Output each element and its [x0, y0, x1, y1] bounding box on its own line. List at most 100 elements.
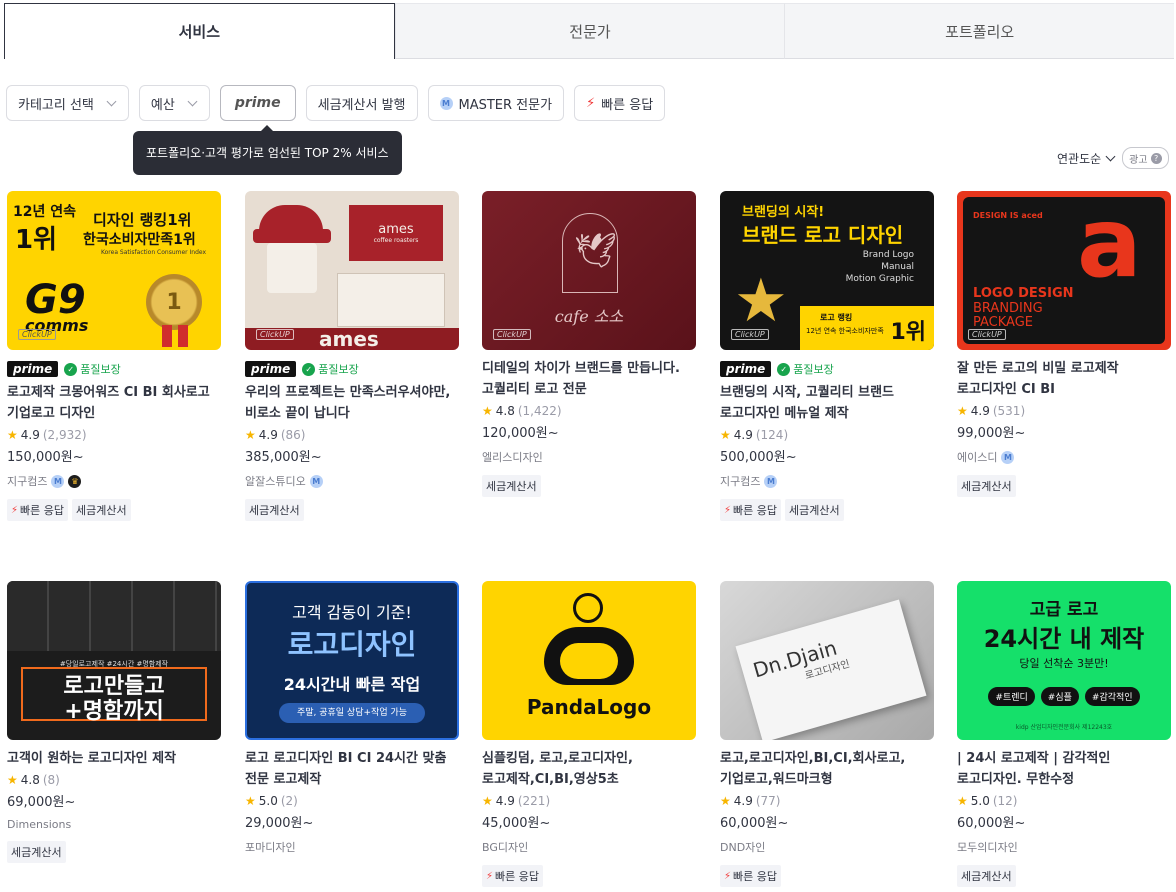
card-title[interactable]: 잘 만든 로고의 비밀 로고제작 로고디자인 CI BI: [957, 358, 1171, 400]
thumb-text: DESIGN IS aced: [973, 211, 1043, 220]
star-icon: ★: [245, 428, 256, 442]
card-rating: ★ 4.9 (86): [245, 428, 459, 442]
thumb-text: PandaLogo: [526, 695, 652, 719]
logo-collage: [7, 581, 221, 651]
card-price: 500,000원~: [720, 450, 797, 465]
category-filter-button[interactable]: 카테고리 선택: [6, 85, 129, 121]
thumb-text: Motion Graphic: [845, 274, 914, 284]
master-badge-icon: M: [439, 96, 453, 110]
sort-dropdown[interactable]: 연관도순: [1057, 150, 1116, 167]
service-card[interactable]: Dn.Djain 로고디자인 로고,로고디자인,BI,CI,회사로고,기업로고,…: [720, 581, 934, 887]
card-seller[interactable]: 알잘스튜디오 M: [245, 473, 459, 489]
thumb-text: kidp 산업디자인전문회사 제12243호: [1015, 724, 1113, 731]
fast-response-chip: ⚡ 빠른 응답: [7, 499, 69, 521]
clickup-mark: ClickUP: [968, 329, 1006, 340]
card-title[interactable]: 심플킹덤, 로고,로고디자인,로고제작,CI,BI,영상5초: [482, 748, 696, 790]
card-rating: ★ 4.9 (531): [957, 404, 1171, 418]
quality-badge: ✓ 품질보장: [302, 361, 359, 377]
card-title[interactable]: 우리의 프로젝트는 만족스러우셔야만, 비로소 끝이 납니다: [245, 382, 459, 424]
lightning-icon: ⚡: [586, 95, 596, 111]
tax-invoice-chip: 세금계산서: [957, 865, 1016, 887]
card-price: 385,000원~: [245, 450, 322, 465]
card-badges: prime ✓ 품질보장: [720, 359, 934, 379]
card-thumbnail: ames coffee roasters ames ClickUP: [245, 191, 459, 350]
thumb-tag: #트렌디: [988, 687, 1035, 706]
ad-info-button[interactable]: 광고?: [1122, 147, 1169, 169]
tab-portfolio[interactable]: 포트폴리오: [784, 3, 1175, 59]
card-rating: ★ 4.9 (124): [720, 428, 934, 442]
rank-panel: 로고 랭킹 12년 연속 한국소비자만족 1위: [800, 306, 934, 350]
card-title[interactable]: 고객이 원하는 로고디자인 제작: [7, 748, 221, 769]
thumb-text: 고급 로고: [1029, 600, 1099, 620]
service-card[interactable]: 🕊 cafe 소소 ClickUP 디테일의 차이가 브랜드를 만듭니다. 고퀄…: [482, 191, 696, 497]
card-thumbnail: 브랜딩의 시작! 브랜드 로고 디자인 Brand Logo Manual Mo…: [720, 191, 934, 350]
card-title[interactable]: 로고 로고디자인 BI CI 24시간 맞춤 전문 로고제작: [245, 748, 459, 790]
seller-name: 알잘스튜디오: [245, 475, 306, 488]
service-card[interactable]: 12년 연속 1위 디자인 랭킹1위 한국소비자만족1위 Korea Satis…: [7, 191, 221, 521]
card-seller[interactable]: DND자인: [720, 839, 934, 855]
card-title[interactable]: 디테일의 차이가 브랜드를 만듭니다. 고퀄리티 로고 전문: [482, 358, 696, 400]
star-icon: ★: [957, 794, 968, 808]
tax-invoice-filter-button[interactable]: 세금계산서 발행: [305, 85, 418, 121]
service-card[interactable]: DESIGN IS aced a LOGO DESIGN BRANDING PA…: [957, 191, 1171, 497]
card-title[interactable]: 브랜딩의 시작, 고퀄리티 브랜드 로고디자인 메뉴얼 제작: [720, 382, 934, 424]
service-card[interactable]: ames coffee roasters ames ClickUP prime …: [245, 191, 459, 521]
filter-label: 빠른 응답: [601, 97, 654, 113]
service-card[interactable]: 고급 로고 24시간 내 제작 당일 선착순 3분만! #트렌디 #심플 #감각…: [957, 581, 1171, 887]
card-title[interactable]: 로고,로고디자인,BI,CI,회사로고,기업로고,워드마크형: [720, 748, 934, 790]
thumb-text: 12년 연속: [13, 204, 76, 220]
ribbon-icon: [162, 325, 172, 347]
card-seller[interactable]: 에이스디 M: [957, 449, 1171, 465]
quality-label: 품질보장: [793, 363, 834, 376]
service-card[interactable]: 고객 감동이 기준! 로고디자인 24시간내 빠른 작업 주말, 공휴일 상담+…: [245, 581, 459, 855]
prime-filter-button[interactable]: prime: [219, 85, 296, 121]
tab-services[interactable]: 서비스: [4, 3, 395, 59]
brand-sub: coffee roasters: [373, 237, 419, 244]
review-count: (124): [755, 428, 789, 442]
star-icon: ★: [720, 428, 731, 442]
card-seller[interactable]: 지구컴즈 M: [720, 473, 934, 489]
card-seller[interactable]: Dimensions: [7, 818, 221, 831]
quality-label: 품질보장: [318, 363, 359, 376]
hat-shape: [259, 205, 323, 231]
card-chips: ⚡ 빠른 응답: [720, 865, 934, 887]
service-card[interactable]: PandaLogo 심플킹덤, 로고,로고디자인,로고제작,CI,BI,영상5초…: [482, 581, 696, 887]
thumb-text: BRANDING: [973, 301, 1043, 316]
rating-value: 4.8: [495, 404, 515, 418]
budget-filter-button[interactable]: 예산: [138, 85, 210, 121]
card-badges: prime ✓ 품질보장: [245, 359, 459, 379]
card-seller[interactable]: BG디자인: [482, 839, 696, 855]
fast-response-chip: ⚡ 빠른 응답: [720, 865, 782, 887]
prime-badge: prime: [720, 361, 772, 377]
fast-response-filter-button[interactable]: ⚡ 빠른 응답: [574, 85, 666, 121]
logo-letter: a: [1077, 191, 1142, 299]
fast-response-chip: ⚡ 빠른 응답: [482, 865, 544, 887]
card-seller[interactable]: 지구컴즈 M ♛: [7, 473, 221, 489]
seller-name: 엘리스디자인: [482, 451, 543, 464]
card-chips: ⚡ 빠른 응답 세금계산서: [7, 499, 221, 521]
card-seller[interactable]: 포마디자인: [245, 839, 459, 855]
check-shield-icon: ✓: [302, 362, 316, 376]
service-card[interactable]: #당일로고제작 #24시간 #명함제작 로고만들고 +명함까지 고객이 원하는 …: [7, 581, 221, 863]
card-rating: ★ 4.8 (1,422): [482, 404, 696, 418]
check-shield-icon: ✓: [64, 362, 78, 376]
thumb-text: 한국소비자만족1위: [83, 232, 196, 248]
card-title[interactable]: 로고제작 크몽어워즈 CI BI 회사로고 기업로고 디자인: [7, 382, 221, 424]
check-shield-icon: ✓: [777, 362, 791, 376]
review-count: (12): [992, 794, 1018, 808]
review-count: (221): [517, 794, 551, 808]
card-seller[interactable]: 엘리스디자인: [482, 449, 696, 465]
card-seller[interactable]: 모두의디자인: [957, 839, 1171, 855]
lightning-icon: ⚡: [11, 504, 19, 516]
chevron-down-icon: [1105, 151, 1116, 162]
star-icon: ★: [482, 404, 493, 418]
tab-experts[interactable]: 전문가: [394, 3, 785, 59]
service-card[interactable]: 브랜딩의 시작! 브랜드 로고 디자인 Brand Logo Manual Mo…: [720, 191, 934, 521]
master-filter-button[interactable]: M MASTER 전문가: [427, 85, 565, 121]
card-thumbnail: 🕊 cafe 소소 ClickUP: [482, 191, 696, 350]
card-title[interactable]: | 24시 로고제작 | 감각적인 로고디자인. 무한수정: [957, 748, 1171, 790]
chip-label: 빠른 응답: [733, 870, 778, 883]
star-icon: ★: [7, 428, 18, 442]
card-thumbnail: 12년 연속 1위 디자인 랭킹1위 한국소비자만족1위 Korea Satis…: [7, 191, 221, 350]
thumb-text: 브랜드 로고 디자인: [742, 223, 904, 247]
